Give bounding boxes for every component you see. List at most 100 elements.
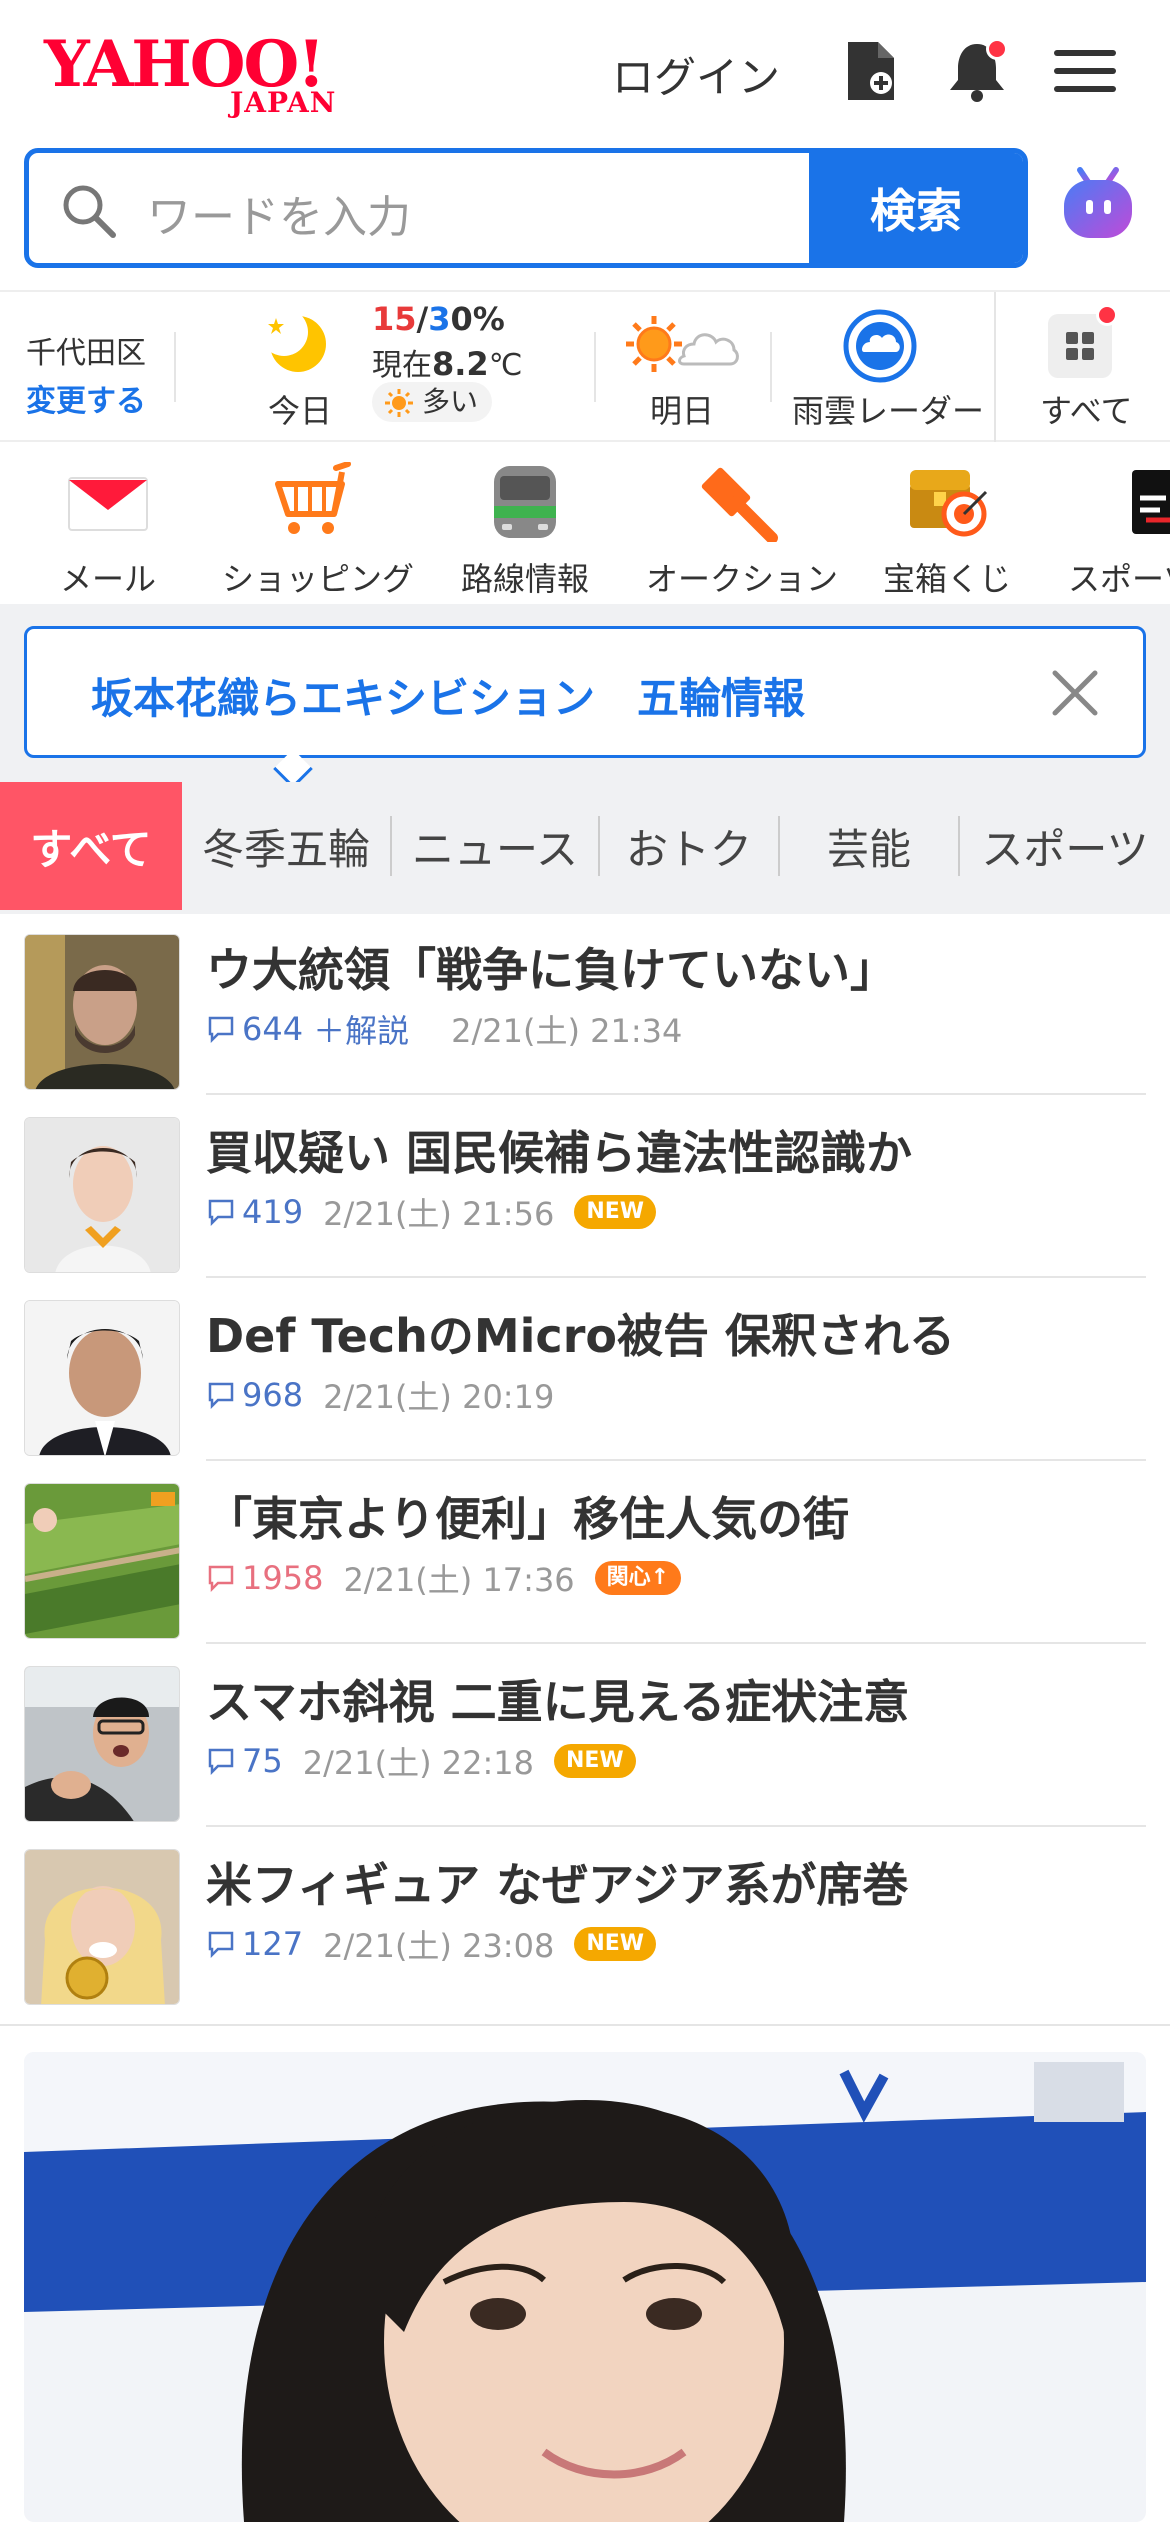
cart-icon (272, 461, 362, 542)
news-meta: 968 2/21(土) 20:19 (206, 1372, 554, 1418)
commentary-link[interactable]: ＋解説 (313, 1006, 409, 1052)
news-item[interactable]: 米フィギュア なぜアジア系が席巻 127 2/21(土) 23:08 NEW (24, 1827, 1146, 2010)
comment-count-value: 419 (242, 1193, 304, 1231)
logo-sub-text: JAPAN (230, 86, 337, 119)
news-meta: 127 2/21(土) 23:08 NEW (206, 1921, 657, 1967)
news-item[interactable]: スマホ斜視 二重に見える症状注意 75 2/21(土) 22:18 NEW (24, 1644, 1146, 1827)
moon-icon (262, 308, 326, 372)
comment-icon (208, 1748, 234, 1776)
news-time: 2/21(土) 23:08 (323, 1927, 555, 1965)
new-badge: NEW (574, 1195, 657, 1229)
search-icon (63, 185, 116, 238)
temp-slash: / (416, 300, 429, 338)
comment-count[interactable]: 75 (206, 1742, 283, 1780)
news-thumbnail (24, 1666, 180, 1822)
add-page-icon[interactable] (836, 36, 906, 106)
news-meta: 1958 2/21(土) 17:36 関心↑ (206, 1555, 682, 1601)
news-title[interactable]: 買収疑い 国民候補ら違法性認識か (206, 1117, 912, 1183)
comment-count-value: 75 (242, 1742, 283, 1780)
tab-deals[interactable]: おトク (600, 782, 778, 910)
comment-count-value: 644 (242, 1010, 304, 1048)
comment-count[interactable]: 968 (206, 1376, 303, 1414)
news-thumbnail (24, 1483, 180, 1639)
close-icon[interactable] (1047, 665, 1103, 721)
radar-icon (843, 309, 917, 383)
search-input[interactable]: ワードを入力 (29, 153, 809, 263)
news-thumbnail (24, 1849, 180, 2005)
current-temp-value: 8.2 (432, 345, 489, 383)
service-label: ショッピング (222, 560, 415, 598)
news-thumbnail (24, 1117, 180, 1273)
comment-count[interactable]: 127 (206, 1925, 303, 1963)
service-label: メール (59, 560, 156, 598)
comment-count[interactable]: 644 ＋解説 (206, 1006, 431, 1052)
service-treasure[interactable]: 宝箱くじ (882, 462, 1012, 600)
news-meta: 75 2/21(土) 22:18 NEW (206, 1738, 636, 1784)
news-thumbnail (24, 934, 180, 1090)
section-divider (0, 2024, 1170, 2026)
comment-icon (208, 1565, 234, 1593)
service-transit[interactable]: 路線情報 (460, 462, 590, 600)
category-tabs: すべて 冬季五輪 ニュース おトク 芸能 スポーツ (0, 782, 1170, 910)
search-button[interactable]: 検索 (809, 153, 1023, 263)
news-meta: 644 ＋解説 2/21(土) 21:34 (206, 1006, 682, 1052)
comment-count-value: 1958 (242, 1559, 324, 1597)
tab-all[interactable]: すべて (0, 782, 182, 910)
tab-entertainment[interactable]: 芸能 (780, 782, 958, 910)
sun-cloud-icon (626, 316, 739, 372)
location-selector[interactable]: 千代田区 変更する (26, 328, 146, 466)
menu-icon[interactable] (1050, 36, 1120, 106)
news-item[interactable]: 「東京より便利」移住人気の街 1958 2/21(土) 17:36 関心↑ (24, 1461, 1146, 1644)
precip-chance: 0% (450, 300, 505, 338)
today-label: 今日 (268, 392, 333, 430)
change-location-link[interactable]: 変更する (26, 376, 146, 420)
high-temp: 15 (372, 300, 417, 338)
all-services-badge (1096, 304, 1118, 326)
yahoo-japan-logo[interactable]: YAHOO! JAPAN (44, 30, 364, 120)
new-badge: NEW (574, 1927, 657, 1961)
divider (770, 332, 772, 402)
news-item[interactable]: Def TechのMicro被告 保釈される 968 2/21(土) 20:19 (24, 1278, 1146, 1461)
comment-count-value: 127 (242, 1925, 304, 1963)
header: YAHOO! JAPAN ログイン (0, 0, 1170, 140)
service-label: 宝箱くじ (882, 560, 1011, 598)
pollen-icon (385, 389, 413, 417)
service-label: オークション (646, 560, 839, 598)
divider (994, 292, 996, 442)
news-title[interactable]: Def TechのMicro被告 保釈される (206, 1300, 955, 1366)
comment-icon (208, 1382, 234, 1410)
service-auction[interactable]: オークション (646, 462, 839, 600)
location-name: 千代田区 (26, 336, 146, 371)
comment-count[interactable]: 419 (206, 1193, 303, 1231)
search-bar: ワードを入力 検索 (24, 148, 1028, 268)
service-shortcuts: メール ショッピング 路線情報 オークション 宝箱くじ スポー (0, 444, 1170, 604)
ai-assistant-icon[interactable] (1058, 164, 1138, 244)
news-time: 2/21(土) 21:34 (451, 1012, 683, 1050)
news-title[interactable]: 「東京より便利」移住人気の街 (206, 1483, 849, 1549)
tomorrow-label: 明日 (650, 392, 715, 430)
news-item[interactable]: ウ大統領「戦争に負けていない」 644 ＋解説 2/21(土) 21:34 (24, 912, 1146, 1095)
tab-news[interactable]: ニュース (392, 782, 598, 910)
topic-text[interactable]: 坂本花織らエキシビション 五輪情報 (91, 665, 805, 726)
login-link[interactable]: ログイン (612, 44, 780, 105)
news-title[interactable]: ウ大統領「戦争に負けていない」 (206, 934, 896, 1000)
news-item[interactable]: 買収疑い 国民候補ら違法性認識か 419 2/21(土) 21:56 NEW (24, 1095, 1146, 1278)
new-badge: NEW (553, 1744, 636, 1778)
service-mail[interactable]: メール (58, 462, 158, 600)
notification-bell-icon[interactable] (942, 36, 1012, 106)
news-title[interactable]: 米フィギュア なぜアジア系が席巻 (206, 1849, 908, 1915)
topic-banner[interactable]: 坂本花織らエキシビション 五輪情報 (24, 626, 1146, 789)
news-time: 2/21(土) 21:56 (323, 1195, 555, 1233)
tab-winter-olympics[interactable]: 冬季五輪 (182, 782, 390, 910)
notification-badge (986, 38, 1008, 60)
news-title[interactable]: スマホ斜視 二重に見える症状注意 (206, 1666, 909, 1732)
comment-count[interactable]: 1958 (206, 1559, 323, 1597)
tab-sports[interactable]: スポーツ (960, 782, 1170, 910)
service-shopping[interactable]: ショッピング (222, 461, 415, 600)
service-label: 路線情報 (460, 560, 589, 598)
featured-article-image[interactable] (24, 2052, 1146, 2522)
service-label: スポーツ (1068, 560, 1170, 598)
news-time: 2/21(土) 22:18 (302, 1744, 534, 1782)
divider (594, 332, 596, 402)
service-sports[interactable]: スポーツ (1068, 462, 1170, 600)
